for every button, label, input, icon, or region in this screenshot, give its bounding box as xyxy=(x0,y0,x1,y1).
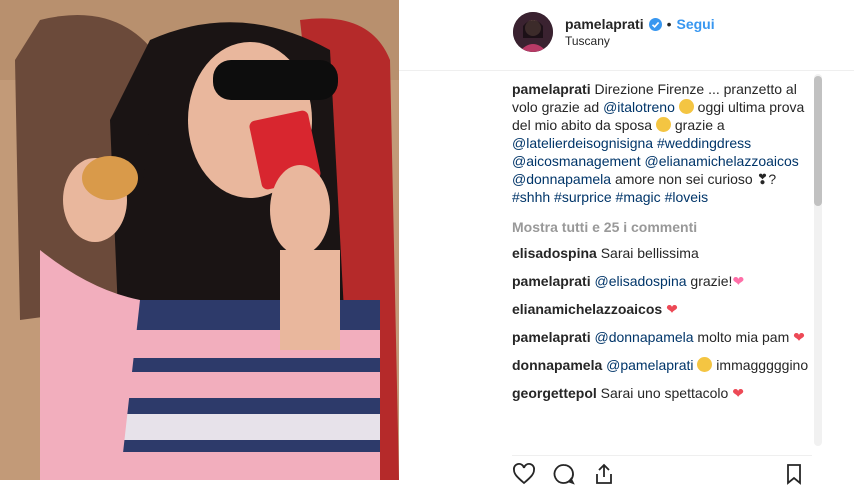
mention-link[interactable]: @latelierdeisognisigna xyxy=(512,135,653,151)
comment-item: pamelaprati @elisadospina grazie!❤ xyxy=(512,272,812,290)
smile-emoji-icon xyxy=(678,99,694,114)
comment-item: georgettepol Sarai uno spettacolo ❤ xyxy=(512,384,812,402)
comment-text: Sarai bellissima xyxy=(596,245,699,261)
comment-item: elianamichelazzoaicos ❤ xyxy=(512,300,812,318)
heart-emoji-icon: ❤ xyxy=(732,385,744,401)
post-photo[interactable] xyxy=(0,0,399,480)
comment-author[interactable]: pamelaprati xyxy=(512,273,591,289)
bookmark-icon[interactable] xyxy=(782,462,806,486)
comment-text: Sarai uno spettacolo xyxy=(596,385,733,401)
caption-text: ? xyxy=(768,171,777,187)
mention-link[interactable]: @elisadospina xyxy=(594,273,686,289)
username-row: pamelaprati • Segui xyxy=(565,16,715,32)
post-header: pamelaprati • Segui Tuscany xyxy=(399,0,854,71)
comment-author[interactable]: georgettepol xyxy=(512,385,597,401)
emoji-icon xyxy=(655,117,671,132)
comment-author[interactable]: elisadospina xyxy=(512,245,597,261)
heart-emoji-icon: ❤ xyxy=(732,273,745,289)
comment-text: molto mia pam xyxy=(693,329,794,345)
unamused-emoji-icon xyxy=(697,357,713,372)
follow-button[interactable]: Segui xyxy=(677,16,715,32)
mention-link[interactable]: @donnapamela xyxy=(512,171,611,187)
username[interactable]: pamelaprati xyxy=(565,16,644,32)
mention-link[interactable]: @aicosmanagement xyxy=(512,153,641,169)
action-bar xyxy=(512,455,812,485)
comment-text: immagggggino xyxy=(716,357,809,373)
mention-link[interactable]: @italotreno xyxy=(603,99,675,115)
caption-text: amore non sei curioso xyxy=(611,171,757,187)
mention-link[interactable]: @donnapamela xyxy=(594,329,693,345)
hashtag-link[interactable]: #magic xyxy=(616,189,661,205)
comment-author[interactable]: elianamichelazzoaicos xyxy=(512,301,662,317)
separator-dot: • xyxy=(666,16,672,32)
heart-emoji-icon: ❤ xyxy=(793,329,805,345)
scrollbar-thumb[interactable] xyxy=(814,76,822,206)
comment-item: donnapamela @pamelaprati immagggggino xyxy=(512,356,812,374)
mention-link[interactable]: @pamelaprati xyxy=(606,357,693,373)
post-sidebar: pamelaprati • Segui Tuscany pamelaprati … xyxy=(399,0,854,485)
caption-text: grazie a xyxy=(674,117,725,133)
comment-text: grazie! xyxy=(686,273,733,289)
hashtag-link[interactable]: #weddingdress xyxy=(657,135,751,151)
comment-author[interactable]: donnapamela xyxy=(512,357,602,373)
comments-scrollbar[interactable] xyxy=(812,74,822,446)
verified-badge-icon xyxy=(648,17,662,31)
comment-item: elisadospina Sarai bellissima xyxy=(512,244,812,262)
heart-emoji-icon: ❤ xyxy=(666,301,678,317)
view-all-comments-button[interactable]: Mostra tutti e 25 i commenti xyxy=(512,218,812,236)
comment-author[interactable]: pamelaprati xyxy=(512,329,591,345)
emoji-icon: ❣ xyxy=(756,171,769,187)
hashtag-link[interactable]: #shhh xyxy=(512,189,550,205)
caption: pamelaprati Direzione Firenze ... pranze… xyxy=(512,80,812,206)
location-link[interactable]: Tuscany xyxy=(565,34,610,48)
comment-item: pamelaprati @donnapamela molto mia pam ❤ xyxy=(512,328,812,346)
hashtag-link[interactable]: #loveis xyxy=(665,189,709,205)
share-icon[interactable] xyxy=(592,462,616,486)
comment-icon[interactable] xyxy=(552,462,576,486)
hashtag-link[interactable]: #surprice xyxy=(554,189,612,205)
caption-author[interactable]: pamelaprati xyxy=(512,81,591,97)
comments-list[interactable]: pamelaprati Direzione Firenze ... pranze… xyxy=(512,74,812,454)
avatar[interactable] xyxy=(513,12,553,52)
mention-link[interactable]: @elianamichelazzoaicos xyxy=(645,153,799,169)
like-heart-icon[interactable] xyxy=(512,462,536,486)
